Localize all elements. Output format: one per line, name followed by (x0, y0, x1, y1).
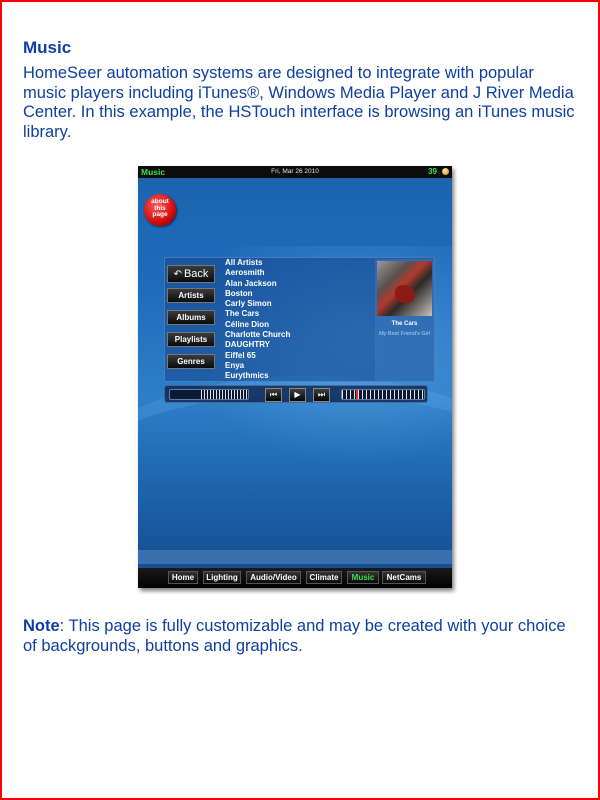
hstouch-screenshot: Music Fri, Mar 26 2010 39 about this pag… (138, 166, 452, 588)
next-track-icon[interactable]: ⏭ (313, 388, 330, 402)
tab-lighting[interactable]: Lighting (203, 571, 241, 584)
section-heading: Music (23, 38, 72, 57)
tab-home[interactable]: Home (168, 571, 198, 584)
genres-button[interactable]: Genres (167, 354, 215, 369)
tab-climate[interactable]: Climate (306, 571, 342, 584)
back-button[interactable]: ↶ Back (167, 265, 215, 283)
about-line-3: page (152, 211, 168, 218)
transport-bar: ⏮ ▶ ⏭ (164, 385, 428, 403)
bottom-strip (138, 550, 452, 564)
seek-slider[interactable] (341, 389, 425, 400)
artist-item[interactable]: Aerosmith (225, 268, 365, 278)
temperature-display: 39 (428, 167, 437, 176)
playlists-button[interactable]: Playlists (167, 332, 215, 347)
album-art (377, 261, 432, 316)
artist-item[interactable]: Alan Jackson (225, 279, 365, 289)
now-playing-panel: The Cars My Best Friend's Girl (375, 259, 434, 381)
tab-netcams[interactable]: NetCams (382, 571, 426, 584)
intro-paragraph: HomeSeer automation systems are designed… (23, 64, 575, 141)
artist-list: All Artists Aerosmith Alan Jackson Bosto… (225, 258, 365, 382)
back-label: Back (183, 268, 209, 280)
volume-slider[interactable] (169, 389, 249, 400)
artist-item[interactable]: The Cars (225, 309, 365, 319)
now-playing-song: My Best Friend's Girl (379, 331, 430, 337)
albums-button[interactable]: Albums (167, 310, 215, 325)
seek-position-marker (356, 390, 358, 399)
background-swoosh (138, 376, 452, 576)
artist-item[interactable]: Enya (225, 361, 365, 371)
artists-button[interactable]: Artists (167, 288, 215, 303)
artist-item[interactable]: DAUGHTRY (225, 340, 365, 350)
artist-item[interactable]: Céline Dion (225, 320, 365, 330)
weather-icon (442, 168, 449, 175)
note-paragraph: Note: This page is fully customizable an… (23, 616, 583, 656)
tab-bar: Home Lighting Audio/Video Climate Music … (138, 568, 452, 588)
artist-item[interactable]: Eurythmics (225, 371, 365, 381)
play-icon[interactable]: ▶ (289, 388, 306, 402)
back-arrow-icon: ↶ (173, 269, 182, 280)
about-this-page-button[interactable]: about this page (144, 194, 176, 226)
artist-item[interactable]: Charlotte Church (225, 330, 365, 340)
note-label: Note (23, 617, 60, 635)
artist-item[interactable]: All Artists (225, 258, 365, 268)
artist-item[interactable]: Boston (225, 289, 365, 299)
tab-audio-video[interactable]: Audio/Video (246, 571, 301, 584)
previous-track-icon[interactable]: ⏮ (265, 388, 282, 402)
tab-music[interactable]: Music (347, 571, 379, 584)
status-bar: Music Fri, Mar 26 2010 39 (138, 166, 452, 178)
now-playing-artist: The Cars (391, 321, 418, 327)
note-text: : This page is fully customizable and ma… (23, 617, 566, 655)
artist-item[interactable]: Eiffel 65 (225, 351, 365, 361)
artist-item[interactable]: Carly Simon (225, 299, 365, 309)
date-display: Fri, Mar 26 2010 (271, 168, 319, 175)
